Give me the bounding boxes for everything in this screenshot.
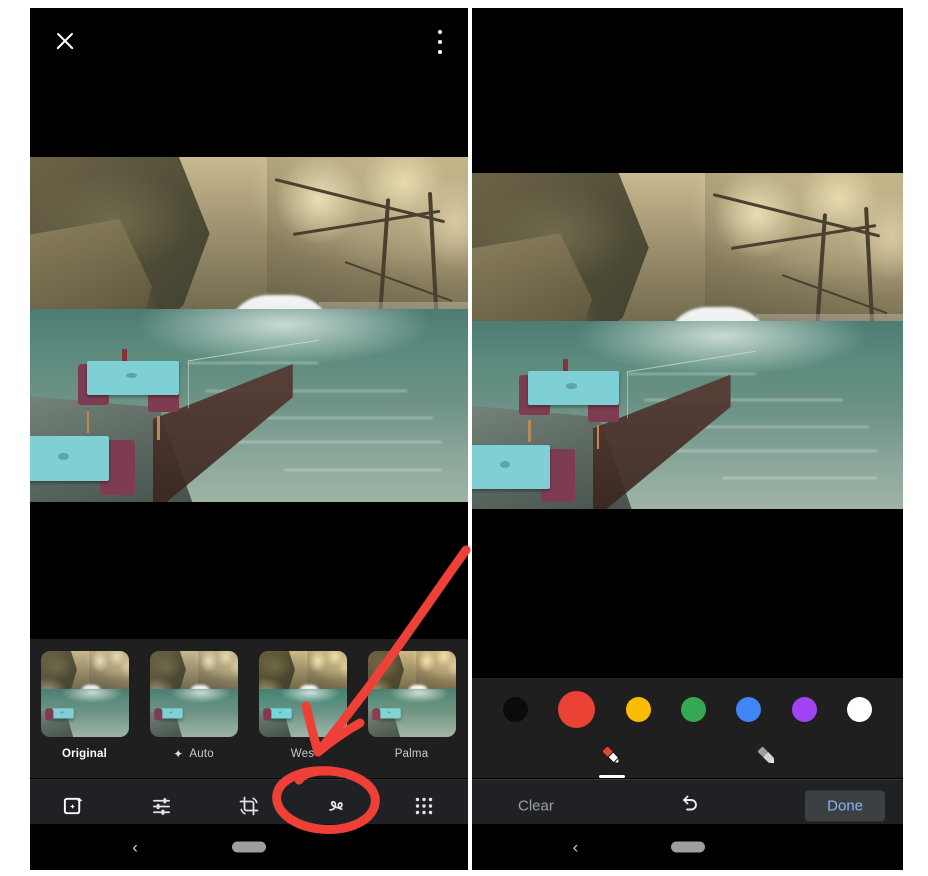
pen-tool-row[interactable] (472, 734, 903, 778)
magic-wand-photo-icon (64, 796, 83, 814)
grid-apps-icon (415, 797, 433, 815)
done-button[interactable]: Done (805, 790, 885, 821)
left-appbar (30, 8, 468, 70)
crop-rotate-icon (239, 796, 259, 816)
color-swatch-purple[interactable] (791, 696, 817, 722)
photo-preview[interactable] (30, 157, 468, 502)
left-system-navbar: ‹ (30, 824, 468, 870)
chevron-left-icon[interactable]: ‹ (573, 839, 579, 856)
filter-item-palma[interactable]: Palma (357, 651, 466, 760)
filter-label-row: Original (62, 748, 107, 760)
left-phone-panel: Original ✦ Auto Wes Palma ‹ (30, 8, 468, 870)
right-phone-panel: Clear Done ‹ (472, 8, 903, 870)
more-vert-icon[interactable] (430, 30, 450, 54)
undo-icon (682, 795, 697, 810)
filter-label: Palma (394, 748, 429, 760)
highlighter-tool-button[interactable] (739, 736, 795, 776)
color-swatch-white[interactable] (846, 696, 872, 722)
color-swatch-black[interactable] (503, 696, 529, 722)
filter-thumbnail (149, 651, 238, 737)
pen-icon (603, 746, 620, 764)
color-swatch-row[interactable] (472, 686, 903, 732)
filter-strip[interactable]: Original ✦ Auto Wes Palma (30, 639, 468, 778)
filter-item-wes[interactable]: Wes (248, 651, 357, 760)
right-system-navbar: ‹ (472, 824, 903, 870)
clear-button[interactable]: Clear (518, 797, 554, 814)
filter-label-row: ✦ Auto (173, 748, 214, 760)
photo-scene (30, 157, 468, 502)
pen-tool-button[interactable] (584, 736, 640, 778)
filter-thumbnail (367, 651, 456, 737)
chevron-left-icon[interactable]: ‹ (132, 839, 138, 856)
squiggle-markup-icon (328, 800, 343, 811)
markup-tool-panel (472, 678, 903, 778)
filter-label: Wes (290, 748, 315, 760)
screenshot-root: Original ✦ Auto Wes Palma ‹ Clear Done ‹ (0, 0, 928, 876)
home-pill-icon[interactable] (670, 841, 705, 853)
photo-scene (472, 173, 903, 509)
pen-selected-indicator (599, 774, 626, 778)
color-swatch-blue[interactable] (736, 696, 762, 722)
filter-label: Auto (189, 748, 214, 760)
close-icon[interactable] (52, 28, 78, 54)
filter-thumbnail (40, 651, 129, 737)
color-swatch-yellow[interactable] (625, 696, 651, 722)
filter-item-original[interactable]: Original (30, 651, 139, 760)
highlighter-icon (758, 746, 775, 764)
filter-label: Original (61, 748, 108, 760)
filter-label-row: Wes (291, 748, 314, 760)
home-pill-icon[interactable] (232, 841, 266, 853)
filter-label-row: Palma (395, 748, 429, 760)
undo-button[interactable] (676, 791, 700, 820)
filter-item-auto[interactable]: ✦ Auto (139, 651, 248, 760)
filter-thumbnail (258, 651, 347, 737)
color-swatch-red[interactable] (558, 690, 596, 728)
photo-markup-canvas[interactable] (472, 173, 903, 509)
color-swatch-green[interactable] (680, 696, 706, 722)
sliders-icon (152, 797, 170, 815)
auto-enhance-icon: ✦ (173, 747, 184, 761)
